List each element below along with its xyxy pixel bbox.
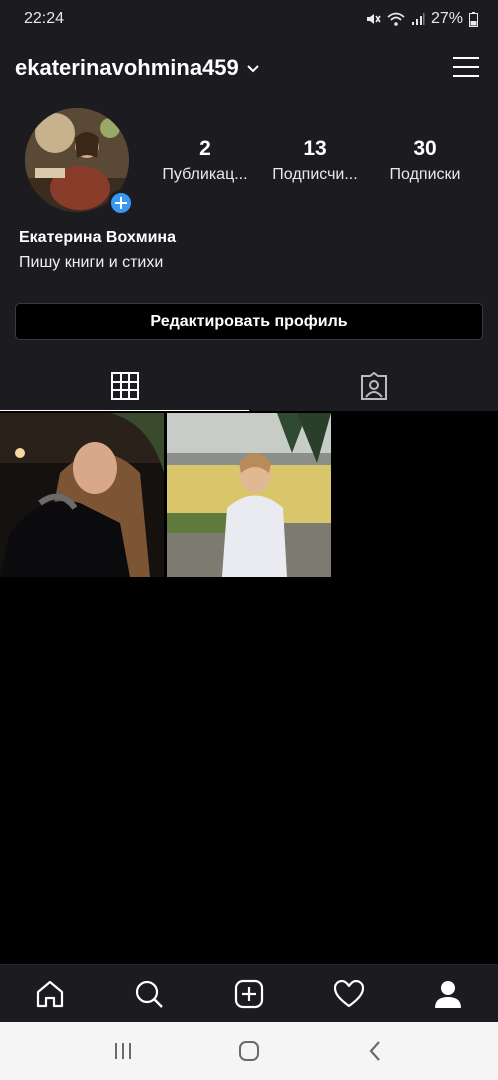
profile-row: 2 Публикац... 13 Подписчи... 30 Подписки [0,108,498,218]
add-story-badge[interactable] [108,190,134,216]
post-thumbnail[interactable] [167,413,331,577]
add-post-icon [234,979,264,1008]
profile-stats: 2 Публикац... 13 Подписчи... 30 Подписки [150,136,480,184]
status-time: 22:24 [24,10,65,27]
wifi-icon [387,12,405,26]
status-icons: 27% [365,10,478,28]
tab-posts-grid[interactable] [0,360,249,411]
hamburger-menu-icon[interactable] [453,55,479,79]
recent-apps-button[interactable] [93,1031,153,1071]
edit-profile-button[interactable]: Редактировать профиль [15,303,483,340]
stat-following[interactable]: 30 Подписки [370,136,480,184]
profile-bio: Пишу книги и стихи [19,254,164,271]
stat-posts[interactable]: 2 Публикац... [150,136,260,184]
search-icon [136,980,164,1008]
plus-icon [115,197,127,209]
profile-top-bar: ekaterinavohmina459 [0,38,498,98]
status-bar: 22:24 27% [0,0,498,38]
stat-followers[interactable]: 13 Подписчи... [260,136,370,184]
post-image [0,413,164,577]
stat-value: 30 [413,137,437,160]
profile-icon [435,980,462,1008]
nav-activity[interactable] [319,969,379,1019]
chevron-down-icon[interactable] [247,65,259,73]
grid-icon [110,371,139,400]
back-icon [369,1041,380,1061]
post-image [167,413,331,577]
posts-grid [0,413,498,578]
battery-icon [469,11,478,27]
nav-search[interactable] [119,969,179,1019]
home-circle-icon [239,1041,259,1061]
nav-add-post[interactable] [219,969,279,1019]
bottom-navigation [0,964,498,1022]
home-icon [36,980,63,1007]
profile-header-area: ekaterinavohmina459 2 Публикац... 13 Под… [0,38,498,411]
nav-profile[interactable] [418,969,478,1019]
username-title[interactable]: ekaterinavohmina459 [15,55,239,81]
heart-icon [333,979,364,1007]
stat-label: Публикац... [162,166,248,183]
stat-value: 13 [303,137,327,160]
nav-home[interactable] [20,969,80,1019]
stat-value: 2 [199,137,211,160]
home-button[interactable] [219,1031,279,1071]
post-thumbnail[interactable] [0,413,164,577]
stat-label: Подписки [389,166,461,183]
profile-full-name: Екатерина Вохмина [19,229,176,246]
avatar-container[interactable] [25,108,134,216]
signal-icon [411,13,425,25]
recent-apps-icon [115,1043,131,1059]
stat-label: Подписчи... [272,166,358,183]
back-button[interactable] [345,1031,405,1071]
profile-tabs [0,360,498,411]
mute-icon [366,14,381,24]
tagged-user-icon [360,371,387,400]
tab-tagged[interactable] [249,360,498,411]
battery-percent: 27% [430,10,463,27]
system-navigation [0,1022,498,1080]
